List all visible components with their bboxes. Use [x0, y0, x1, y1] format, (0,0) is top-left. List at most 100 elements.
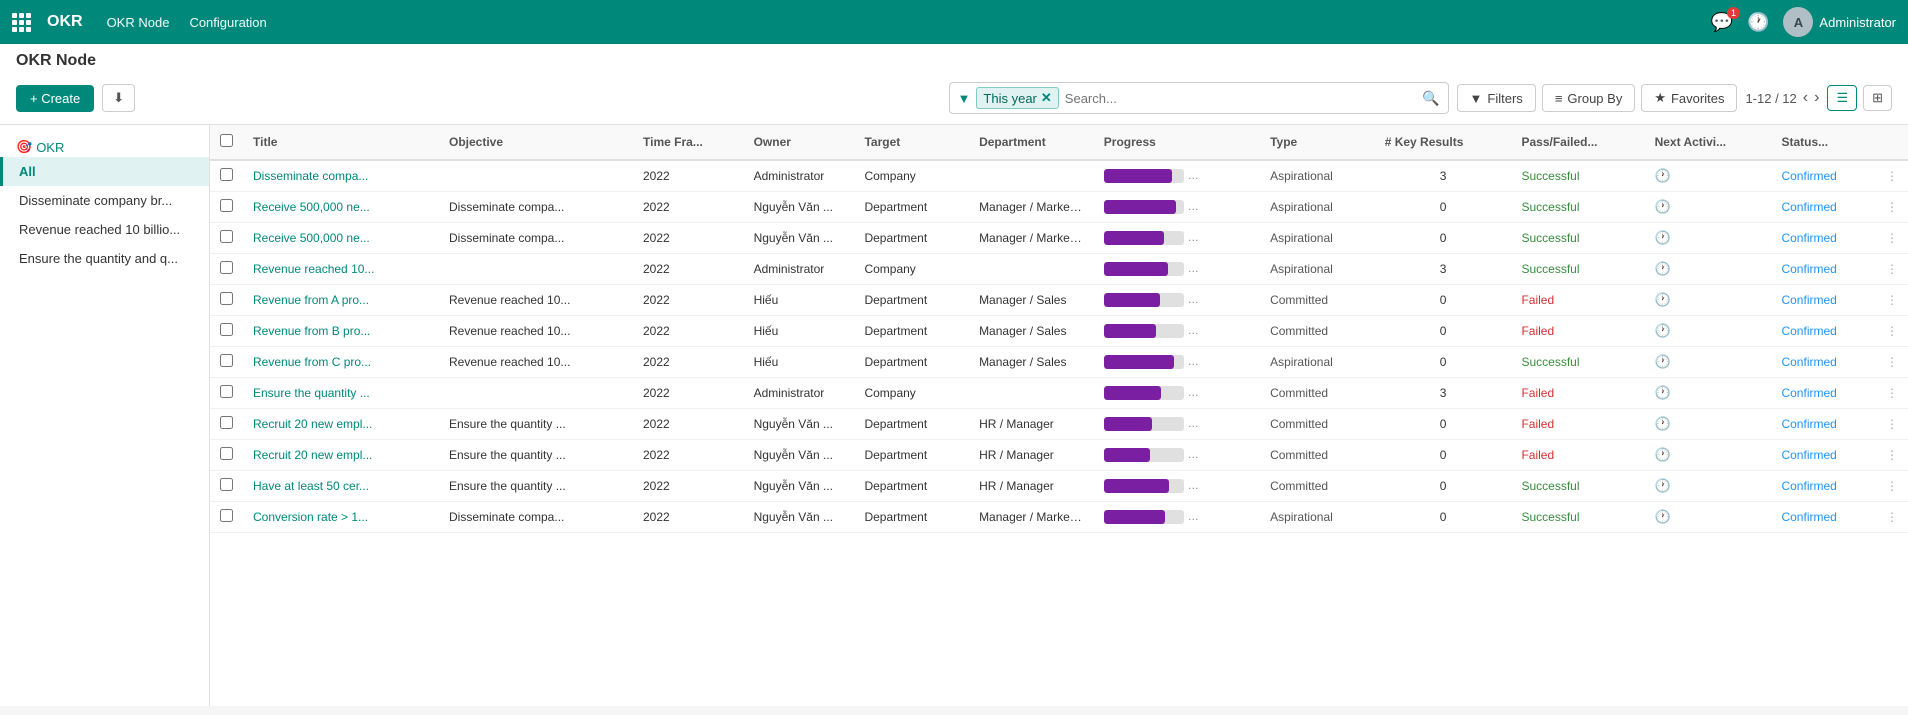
clock-icon[interactable]: 🕐	[1655, 447, 1671, 462]
clock-icon[interactable]: 🕐	[1655, 478, 1671, 493]
row-checkbox[interactable]	[220, 509, 233, 522]
row-next-activity[interactable]: 🕐	[1645, 160, 1772, 192]
download-button[interactable]: ⬇	[102, 84, 135, 112]
col-header-owner[interactable]: Owner	[744, 125, 855, 160]
col-header-status[interactable]: Status...	[1771, 125, 1876, 160]
sidebar-item-revenue[interactable]: Revenue reached 10 billio...	[0, 215, 209, 244]
progress-menu[interactable]: …	[1188, 263, 1199, 275]
progress-menu[interactable]: …	[1188, 232, 1199, 244]
row-more-actions[interactable]: ⋮	[1876, 409, 1908, 440]
col-header-type[interactable]: Type	[1260, 125, 1375, 160]
row-next-activity[interactable]: 🕐	[1645, 378, 1772, 409]
row-checkbox[interactable]	[220, 447, 233, 460]
progress-menu[interactable]: …	[1188, 387, 1199, 399]
clock-icon[interactable]: 🕐	[1655, 199, 1671, 214]
clock-icon[interactable]: 🕐	[1655, 509, 1671, 524]
col-header-title[interactable]: Title	[243, 125, 439, 160]
col-header-timeframe[interactable]: Time Fra...	[633, 125, 744, 160]
sidebar-item-ensure[interactable]: Ensure the quantity and q...	[0, 244, 209, 273]
hierarchy-view-button[interactable]: ⊞	[1863, 85, 1892, 111]
row-next-activity[interactable]: 🕐	[1645, 440, 1772, 471]
pagination-next[interactable]: ›	[1814, 89, 1819, 107]
chat-icon-button[interactable]: 💬 1	[1711, 12, 1733, 33]
progress-menu[interactable]: …	[1188, 201, 1199, 213]
sidebar-item-disseminate[interactable]: Disseminate company br...	[0, 186, 209, 215]
list-view-button[interactable]: ☰	[1827, 85, 1857, 111]
row-title[interactable]: Receive 500,000 ne...	[243, 223, 439, 254]
row-checkbox[interactable]	[220, 354, 233, 367]
row-checkbox[interactable]	[220, 478, 233, 491]
clock-icon[interactable]: 🕐	[1655, 385, 1671, 400]
row-title[interactable]: Recruit 20 new empl...	[243, 440, 439, 471]
search-input[interactable]	[1065, 91, 1416, 106]
clock-icon[interactable]: 🕐	[1655, 230, 1671, 245]
row-checkbox[interactable]	[220, 323, 233, 336]
row-more-actions[interactable]: ⋮	[1876, 285, 1908, 316]
row-next-activity[interactable]: 🕐	[1645, 254, 1772, 285]
row-title[interactable]: Revenue from C pro...	[243, 347, 439, 378]
col-header-pass-failed[interactable]: Pass/Failed...	[1511, 125, 1644, 160]
row-more-actions[interactable]: ⋮	[1876, 254, 1908, 285]
search-icon[interactable]: 🔍	[1422, 90, 1439, 107]
col-header-keyresults[interactable]: # Key Results	[1375, 125, 1512, 160]
col-header-target[interactable]: Target	[854, 125, 969, 160]
row-next-activity[interactable]: 🕐	[1645, 502, 1772, 533]
row-next-activity[interactable]: 🕐	[1645, 192, 1772, 223]
progress-menu[interactable]: …	[1188, 325, 1199, 337]
row-more-actions[interactable]: ⋮	[1876, 316, 1908, 347]
progress-menu[interactable]: …	[1188, 170, 1199, 182]
row-title[interactable]: Conversion rate > 1...	[243, 502, 439, 533]
progress-menu[interactable]: …	[1188, 480, 1199, 492]
menu-configuration[interactable]: Configuration	[189, 15, 266, 30]
row-checkbox[interactable]	[220, 416, 233, 429]
row-checkbox[interactable]	[220, 168, 233, 181]
row-next-activity[interactable]: 🕐	[1645, 285, 1772, 316]
row-title[interactable]: Receive 500,000 ne...	[243, 192, 439, 223]
row-more-actions[interactable]: ⋮	[1876, 440, 1908, 471]
col-header-department[interactable]: Department	[969, 125, 1094, 160]
filters-button[interactable]: ▼ Filters	[1457, 84, 1536, 112]
col-header-next-activity[interactable]: Next Activi...	[1645, 125, 1772, 160]
row-more-actions[interactable]: ⋮	[1876, 347, 1908, 378]
row-checkbox[interactable]	[220, 230, 233, 243]
row-next-activity[interactable]: 🕐	[1645, 347, 1772, 378]
select-all-checkbox[interactable]	[220, 134, 233, 147]
row-title[interactable]: Disseminate compa...	[243, 160, 439, 192]
row-checkbox[interactable]	[220, 292, 233, 305]
sidebar-item-all[interactable]: All	[0, 157, 209, 186]
user-avatar-button[interactable]: A Administrator	[1783, 7, 1896, 37]
row-more-actions[interactable]: ⋮	[1876, 192, 1908, 223]
row-title[interactable]: Revenue from A pro...	[243, 285, 439, 316]
row-checkbox[interactable]	[220, 199, 233, 212]
row-next-activity[interactable]: 🕐	[1645, 223, 1772, 254]
filter-tag-this-year[interactable]: This year ✕	[976, 87, 1058, 109]
row-next-activity[interactable]: 🕐	[1645, 471, 1772, 502]
row-more-actions[interactable]: ⋮	[1876, 378, 1908, 409]
clock-icon[interactable]: 🕐	[1655, 168, 1671, 183]
row-title[interactable]: Have at least 50 cer...	[243, 471, 439, 502]
row-more-actions[interactable]: ⋮	[1876, 502, 1908, 533]
col-header-progress[interactable]: Progress	[1094, 125, 1260, 160]
row-more-actions[interactable]: ⋮	[1876, 471, 1908, 502]
clock-icon[interactable]: 🕐	[1655, 261, 1671, 276]
menu-okr-node[interactable]: OKR Node	[107, 15, 170, 30]
favorites-button[interactable]: ★ Favorites	[1641, 84, 1737, 112]
row-checkbox[interactable]	[220, 261, 233, 274]
progress-menu[interactable]: …	[1188, 418, 1199, 430]
clock-icon-button[interactable]: 🕐	[1747, 12, 1769, 33]
col-header-objective[interactable]: Objective	[439, 125, 633, 160]
app-grid-icon[interactable]	[12, 13, 31, 32]
progress-menu[interactable]: …	[1188, 449, 1199, 461]
clock-icon[interactable]: 🕐	[1655, 292, 1671, 307]
row-title[interactable]: Revenue reached 10...	[243, 254, 439, 285]
row-next-activity[interactable]: 🕐	[1645, 316, 1772, 347]
app-name[interactable]: OKR	[47, 13, 83, 31]
clock-icon[interactable]: 🕐	[1655, 416, 1671, 431]
row-title[interactable]: Ensure the quantity ...	[243, 378, 439, 409]
group-by-button[interactable]: ≡ Group By	[1542, 84, 1636, 112]
progress-menu[interactable]: …	[1188, 511, 1199, 523]
progress-menu[interactable]: …	[1188, 294, 1199, 306]
row-more-actions[interactable]: ⋮	[1876, 160, 1908, 192]
filter-tag-remove[interactable]: ✕	[1041, 90, 1052, 106]
row-title[interactable]: Recruit 20 new empl...	[243, 409, 439, 440]
